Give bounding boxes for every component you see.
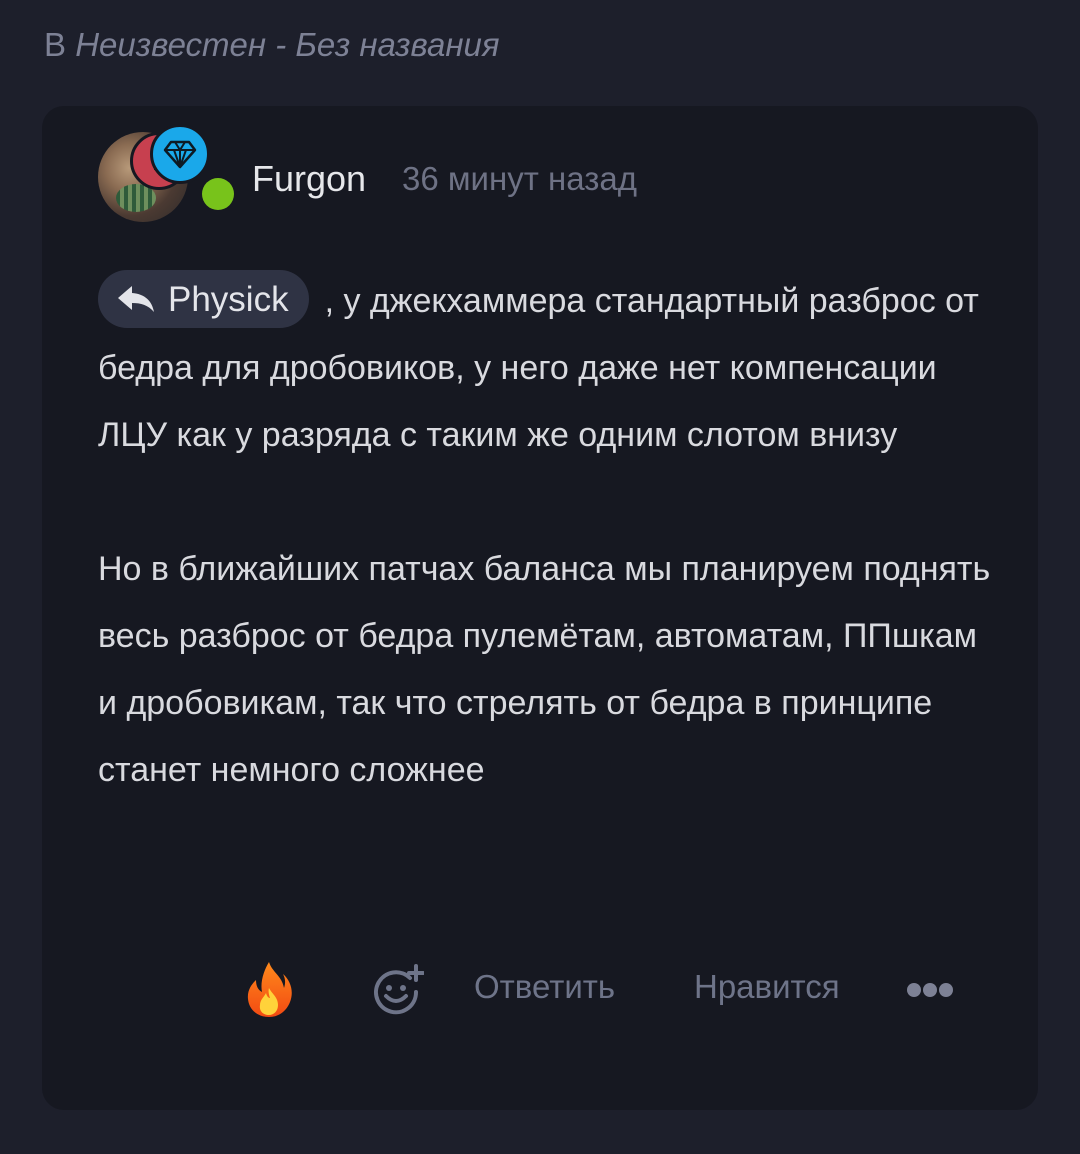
comment-timestamp[interactable]: 36 минут назад bbox=[402, 160, 637, 198]
more-icon[interactable] bbox=[906, 980, 954, 1000]
comment-card: Furgon 36 минут назад Physick, у джекхам… bbox=[42, 106, 1038, 1110]
comment-actions: Ответить Нравится bbox=[42, 954, 1038, 1024]
comment-paragraph: Physick, у джекхаммера стандартный разбр… bbox=[98, 268, 998, 469]
reply-button[interactable]: Ответить bbox=[474, 968, 615, 1006]
like-button[interactable]: Нравится bbox=[694, 968, 840, 1006]
diamond-icon bbox=[150, 124, 210, 184]
mention-chip[interactable]: Physick bbox=[98, 270, 309, 329]
emoji-add-icon[interactable] bbox=[372, 964, 424, 1016]
context-line: В Неизвестен - Без названия bbox=[44, 26, 499, 64]
mention-name: Physick bbox=[168, 279, 289, 319]
comment-text-2: Но в ближайших патчах баланса мы планиру… bbox=[98, 550, 991, 789]
context-prefix: В bbox=[44, 26, 67, 63]
reply-arrow-icon bbox=[118, 286, 154, 313]
fire-icon[interactable] bbox=[242, 960, 296, 1018]
comment-header: Furgon 36 минут назад bbox=[98, 122, 998, 222]
online-status-icon bbox=[202, 178, 234, 210]
avatar-wrap[interactable] bbox=[98, 124, 210, 224]
comment-body: Physick, у джекхаммера стандартный разбр… bbox=[98, 268, 998, 804]
comment-paragraph: Но в ближайших патчах баланса мы планиру… bbox=[98, 536, 998, 804]
context-link[interactable]: Неизвестен - Без названия bbox=[75, 26, 499, 63]
author-name[interactable]: Furgon bbox=[252, 158, 366, 200]
